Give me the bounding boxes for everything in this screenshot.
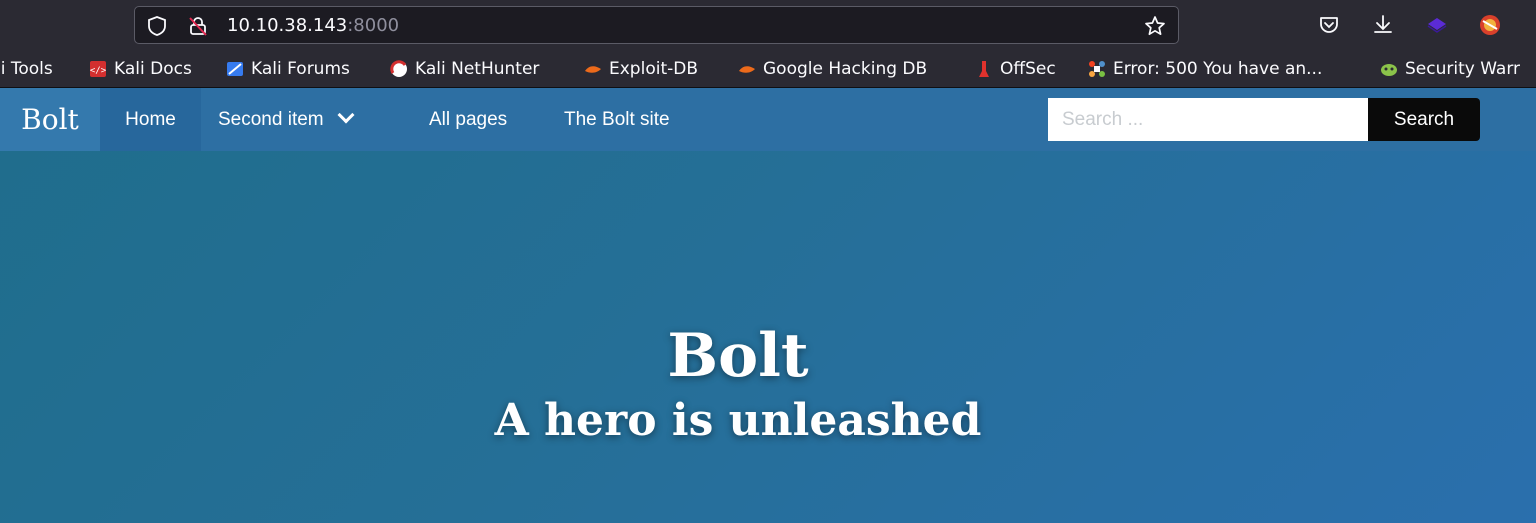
ghdb-icon — [739, 66, 755, 73]
security-warning-icon — [1381, 64, 1397, 76]
bookmark-label: li Tools — [0, 59, 53, 79]
bookmark-exploit-db[interactable]: Exploit-DB — [583, 58, 698, 80]
bookmark-label: Exploit-DB — [609, 59, 698, 79]
kali-nethunter-icon — [390, 60, 407, 77]
svg-text:</>: </> — [90, 66, 107, 76]
site-brand[interactable]: Bolt — [0, 88, 100, 151]
bookmark-label: Kali NetHunter — [415, 59, 540, 79]
insecure-lock-icon[interactable] — [187, 15, 209, 37]
site-navbar: Bolt Home Second item All pages The Bolt… — [0, 88, 1536, 151]
url-text[interactable]: 10.10.38.143:8000 — [227, 16, 399, 36]
bookmark-security-warning[interactable]: Security Warr — [1379, 58, 1520, 80]
browser-toolbar: 10.10.38.143:8000 — [0, 0, 1536, 50]
exploit-db-icon — [585, 66, 601, 73]
download-icon[interactable] — [1371, 13, 1395, 37]
bookmark-label: Kali Docs — [114, 59, 192, 79]
search-button[interactable]: Search — [1368, 98, 1480, 141]
bookmark-label: Google Hacking DB — [763, 59, 928, 79]
bookmark-label: Security Warr — [1405, 59, 1521, 79]
nav-bolt-site[interactable]: The Bolt site — [564, 88, 670, 151]
bookmark-ghdb[interactable]: Google Hacking DB — [737, 58, 927, 80]
nav-second-item-label: Second item — [218, 109, 324, 130]
star-icon[interactable] — [1144, 15, 1166, 37]
bookmarks-bar: li Tools </> Kali Docs Kali Forums Kali … — [0, 50, 1536, 88]
bookmark-offsec[interactable]: OffSec — [974, 58, 1056, 80]
offsec-icon — [979, 61, 989, 77]
bookmark-label: OffSec — [1000, 59, 1056, 79]
kali-docs-icon: </> — [90, 61, 107, 77]
search-input[interactable] — [1048, 98, 1368, 141]
bookmark-label: Error: 500 You have an... — [1113, 59, 1323, 79]
extension-icon[interactable] — [1425, 13, 1449, 37]
bookmark-kali-docs[interactable]: </> Kali Docs — [88, 58, 192, 80]
hero-subtitle: A hero is unleashed — [494, 395, 982, 446]
url-host: 10.10.38.143 — [227, 15, 348, 36]
bookmark-kali-nethunter[interactable]: Kali NetHunter — [389, 58, 539, 80]
pocket-icon[interactable] — [1317, 13, 1341, 37]
nav-second-item[interactable]: Second item — [218, 88, 355, 151]
bookmark-error-500[interactable]: Error: 500 You have an... — [1087, 58, 1322, 80]
hero-title: Bolt — [667, 321, 809, 391]
nav-all-pages[interactable]: All pages — [429, 88, 507, 151]
bookmark-label: Kali Forums — [251, 59, 350, 79]
bolt-site: Bolt Home Second item All pages The Bolt… — [0, 88, 1536, 523]
chevron-down-icon — [337, 106, 355, 124]
profile-icon[interactable] — [1478, 13, 1502, 37]
bookmark-kali-forums[interactable]: Kali Forums — [225, 58, 350, 80]
url-bar[interactable]: 10.10.38.143:8000 — [134, 6, 1179, 44]
shield-icon[interactable] — [146, 15, 168, 37]
nav-home[interactable]: Home — [100, 88, 201, 151]
url-port: :8000 — [347, 15, 400, 36]
bookmark-kali-tools[interactable]: li Tools — [0, 58, 53, 80]
joomla-icon — [1089, 61, 1105, 77]
kali-forums-icon — [227, 62, 243, 76]
